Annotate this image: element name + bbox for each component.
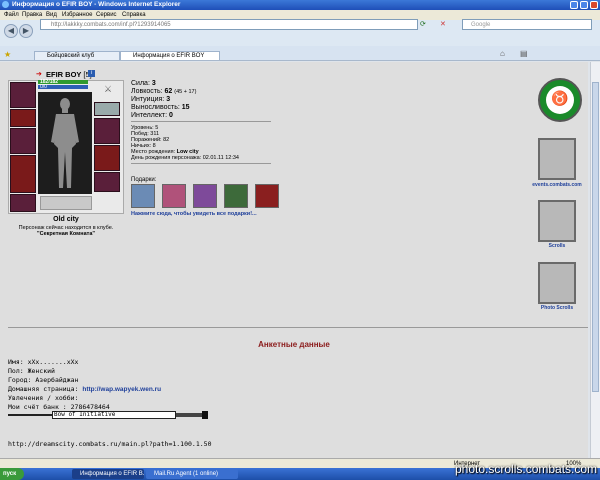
address-input[interactable]: http://lakkky.combats.com/inf.pl?1293914…	[40, 19, 418, 30]
bow-banner: Bow of Initiative	[8, 411, 208, 419]
gloves-slot[interactable]	[94, 118, 120, 144]
photo-scrolls-banner[interactable]	[538, 262, 576, 304]
gift-item[interactable]	[162, 184, 186, 208]
home-icon[interactable]: ⌂	[500, 49, 505, 58]
refresh-icon[interactable]: ⟳	[420, 20, 426, 28]
scrolls-link[interactable]: Scrolls	[524, 243, 590, 249]
shield-slot[interactable]	[94, 145, 120, 171]
stat-intuition: Интуиция: 3	[131, 96, 171, 103]
gift-item[interactable]	[255, 184, 279, 208]
events-link[interactable]: events.combats.com	[524, 182, 590, 188]
gifts-title: Подарки:	[131, 177, 157, 183]
profile-name: Имя: xXx.......xXx	[8, 358, 79, 366]
profile-homepage: Домашняя страница: http://wap.wapyek.wen…	[8, 385, 162, 393]
divider	[131, 121, 271, 122]
menu-view[interactable]: Вид	[46, 12, 57, 18]
menu-tools[interactable]: Сервис	[96, 12, 117, 18]
start-button[interactable]: пуск	[0, 468, 24, 480]
profile-link[interactable]: http://dreamscity.combats.ru/main.pl?pat…	[8, 440, 212, 448]
maximize-button[interactable]	[580, 1, 588, 9]
bull-icon: ♉	[551, 90, 569, 106]
info-birthday: День рождения персонажа: 02.01.11 12:34	[131, 155, 239, 161]
profile-city: Город: Азербайджан	[8, 376, 79, 384]
club-emblem[interactable]: ♉	[538, 78, 582, 122]
profile-heading: Анкетные данные	[258, 340, 330, 349]
minimize-button[interactable]	[570, 1, 578, 9]
city-label: Old city	[53, 216, 79, 223]
ring-slot[interactable]	[94, 102, 120, 116]
weapon-slot[interactable]	[10, 128, 36, 154]
window-title-bar: Информация о EFIR BOY - Windows Internet…	[0, 0, 600, 10]
character-silhouette	[51, 98, 79, 188]
stat-dexterity: Ловкость: 62 (45 + 17)	[131, 88, 197, 95]
mana-text: 0/0	[40, 84, 47, 90]
stop-icon[interactable]: ✕	[440, 20, 446, 28]
profile-gender: Пол: Женский	[8, 367, 55, 375]
divider	[8, 327, 588, 328]
gift-item[interactable]	[131, 184, 155, 208]
gifts-link[interactable]: Нажмите сюда, чтобы увидеть все подарки!…	[131, 211, 257, 217]
window-title: Информация о EFIR BOY - Windows Internet…	[12, 1, 181, 8]
photo-scrolls-link[interactable]: Photo Scrolls	[524, 305, 590, 311]
ie-icon	[2, 1, 9, 8]
vertical-scrollbar[interactable]	[590, 62, 600, 462]
city-emblem	[40, 196, 92, 210]
print-icon[interactable]: ▤	[520, 49, 528, 58]
task-ie-window[interactable]: Информация о EFIR B...	[72, 469, 144, 479]
bow-banner-text: Bow of Initiative	[54, 411, 116, 418]
menu-help[interactable]: Справка	[122, 12, 146, 18]
necklace-slot[interactable]	[10, 109, 36, 127]
profile-hobbies: Увлечения / хобби:	[8, 394, 79, 402]
close-button[interactable]	[590, 1, 598, 9]
helmet-slot[interactable]	[10, 82, 36, 108]
tab-bar: ★ Бойцовский клуб Информация о EFIR BOY …	[0, 46, 600, 61]
tab-fight-club[interactable]: Бойцовский клуб	[34, 51, 120, 60]
menu-file[interactable]: Файл	[4, 12, 19, 18]
forward-button[interactable]: ▶	[19, 24, 33, 38]
stat-intellect: Интеллект: 0	[131, 112, 173, 119]
gift-item[interactable]	[224, 184, 248, 208]
task-mail-agent[interactable]: Mail.Ru Agent (1 online)	[146, 469, 238, 479]
info-icon[interactable]: i	[88, 70, 95, 77]
scrolls-banner[interactable]	[538, 200, 576, 242]
search-input[interactable]: Google	[462, 19, 592, 30]
favorites-star-icon[interactable]: ★	[4, 50, 11, 59]
scrollbar-thumb[interactable]	[592, 82, 599, 392]
align-icon: ➔	[36, 71, 42, 78]
profile-bank: Мои счёт банк : 2786478464	[8, 403, 110, 411]
watermark: photo.scrolls.combats.com	[455, 462, 598, 476]
back-button[interactable]: ◀	[4, 24, 18, 38]
boots-slot[interactable]	[94, 172, 120, 192]
divider	[131, 163, 271, 164]
room-name: "Секретная Комната"	[36, 231, 95, 237]
homepage-link[interactable]: http://wap.wapyek.wen.ru	[82, 386, 161, 393]
tab-character-info[interactable]: Информация о EFIR BOY	[120, 51, 220, 60]
gift-item[interactable]	[193, 184, 217, 208]
menu-edit[interactable]: Правка	[22, 12, 42, 18]
stat-strength: Сила: 3	[131, 80, 156, 87]
crossed-swords-icon: ⚔	[103, 84, 113, 94]
stat-endurance: Выносливость: 15	[131, 104, 190, 111]
menu-favorites[interactable]: Избранное	[62, 12, 92, 18]
armor-slot[interactable]	[10, 155, 36, 193]
events-banner[interactable]	[538, 138, 576, 180]
character-name: EFIR BOY	[46, 70, 82, 79]
belt-slot[interactable]	[10, 194, 36, 212]
